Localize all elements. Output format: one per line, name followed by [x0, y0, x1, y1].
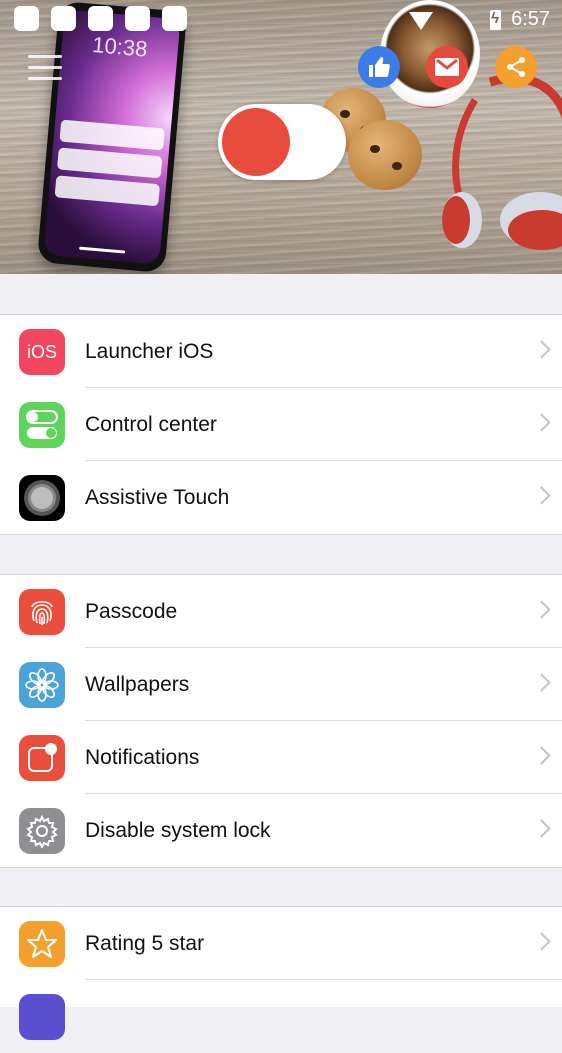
list-item-partial[interactable]: [0, 980, 562, 1053]
list-item-label: Control center: [85, 413, 217, 436]
status-bar-right: 6:57: [490, 8, 550, 31]
list-item-label: Launcher iOS: [85, 340, 214, 363]
list-item-label: Rating 5 star: [85, 932, 205, 955]
app-icon: [19, 994, 65, 1040]
chevron-right-icon: [532, 932, 551, 951]
status-time: 6:57: [511, 8, 550, 30]
list-item-disable-system-lock[interactable]: Disable system lock: [0, 794, 562, 867]
chevron-right-icon: [532, 340, 551, 359]
settings-group-other: Rating 5 star: [0, 906, 562, 1040]
settings-group-customize: Passcode Wallpapers Notifications Disabl…: [0, 574, 562, 868]
list-item-control-center[interactable]: Control center: [0, 388, 562, 461]
thumbs-up-icon: [369, 57, 390, 77]
gear-icon: [19, 808, 65, 854]
ios-icon: iOS: [19, 329, 65, 375]
share-icon: [507, 57, 525, 77]
battery-charging-icon: [490, 9, 502, 30]
gmail-icon: [435, 58, 459, 76]
star-icon: [19, 921, 65, 967]
menu-icon[interactable]: [28, 55, 62, 81]
list-item-launcher-ios[interactable]: iOS Launcher iOS: [0, 315, 562, 388]
list-item-label: Notifications: [85, 746, 200, 769]
list-item-wallpapers[interactable]: Wallpapers: [0, 648, 562, 721]
notification-badge-icon: [19, 735, 65, 781]
list-item-rating[interactable]: Rating 5 star: [0, 907, 562, 980]
chevron-right-icon: [532, 486, 551, 505]
list-item-passcode[interactable]: Passcode: [0, 575, 562, 648]
toggle-knob: [222, 108, 290, 176]
wifi-icon: [409, 12, 433, 30]
flower-icon: [19, 662, 65, 708]
cookie-image: [348, 120, 422, 190]
list-item-label: Wallpapers: [85, 673, 190, 696]
fingerprint-icon: [19, 589, 65, 635]
phone-image: 10:38: [36, 0, 188, 274]
assistive-touch-icon: [19, 475, 65, 521]
list-item-label: Passcode: [85, 600, 178, 623]
chevron-right-icon: [532, 600, 551, 619]
chevron-right-icon: [532, 746, 551, 765]
list-item-label: Disable system lock: [85, 819, 271, 842]
mail-button[interactable]: [426, 46, 468, 88]
list-item-label: Assistive Touch: [85, 486, 230, 509]
status-notification-icons: [14, 6, 199, 36]
share-button[interactable]: [495, 46, 537, 88]
chevron-right-icon: [532, 819, 551, 838]
toggle-switches-icon: [19, 402, 65, 448]
enable-toggle[interactable]: [218, 104, 346, 180]
chevron-right-icon: [532, 413, 551, 432]
list-item-assistive-touch[interactable]: Assistive Touch: [0, 461, 562, 534]
chevron-right-icon: [532, 673, 551, 692]
headphones-image: [442, 73, 562, 250]
like-button[interactable]: [358, 46, 400, 88]
list-item-notifications[interactable]: Notifications: [0, 721, 562, 794]
header-banner: 10:38 6:57: [0, 0, 562, 274]
settings-group-launcher: iOS Launcher iOS Control center Assistiv: [0, 314, 562, 535]
